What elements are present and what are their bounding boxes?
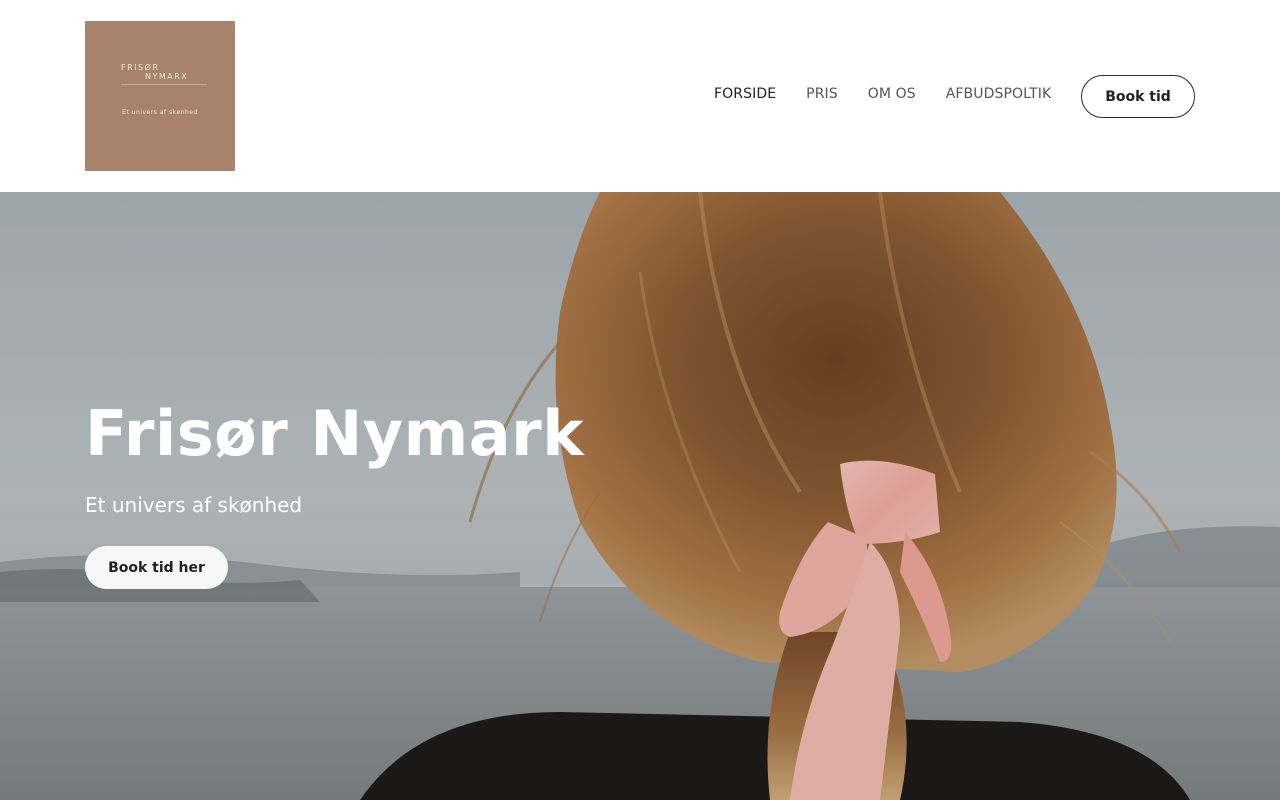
hero-subtitle: Et univers af skønhed (85, 493, 303, 517)
logo-line-2: NYMARX (145, 72, 189, 81)
logo-line-1: FRISØR (121, 63, 160, 72)
nav-item-pris[interactable]: PRIS (806, 86, 838, 102)
hero-section: Frisør Nymark Et univers af skønhed Book… (0, 192, 1280, 800)
book-now-button[interactable]: Book tid her (85, 546, 228, 589)
book-button[interactable]: Book tid (1081, 75, 1195, 118)
site-header: FRISØR NYMARX Et univers af skønhed FORS… (0, 0, 1280, 192)
hero-title: Frisør Nymark (85, 397, 584, 470)
nav-item-om-os[interactable]: OM OS (868, 86, 916, 102)
logo-tagline: Et univers af skønhed (122, 109, 198, 116)
nav-item-afbudspoltik[interactable]: AFBUDSPOLTIK (946, 86, 1052, 102)
logo-divider (121, 84, 207, 85)
brand-logo[interactable]: FRISØR NYMARX Et univers af skønhed (85, 21, 235, 171)
main-nav: FORSIDE PRIS OM OS AFBUDSPOLTIK (714, 86, 1051, 102)
nav-item-forside[interactable]: FORSIDE (714, 86, 776, 102)
